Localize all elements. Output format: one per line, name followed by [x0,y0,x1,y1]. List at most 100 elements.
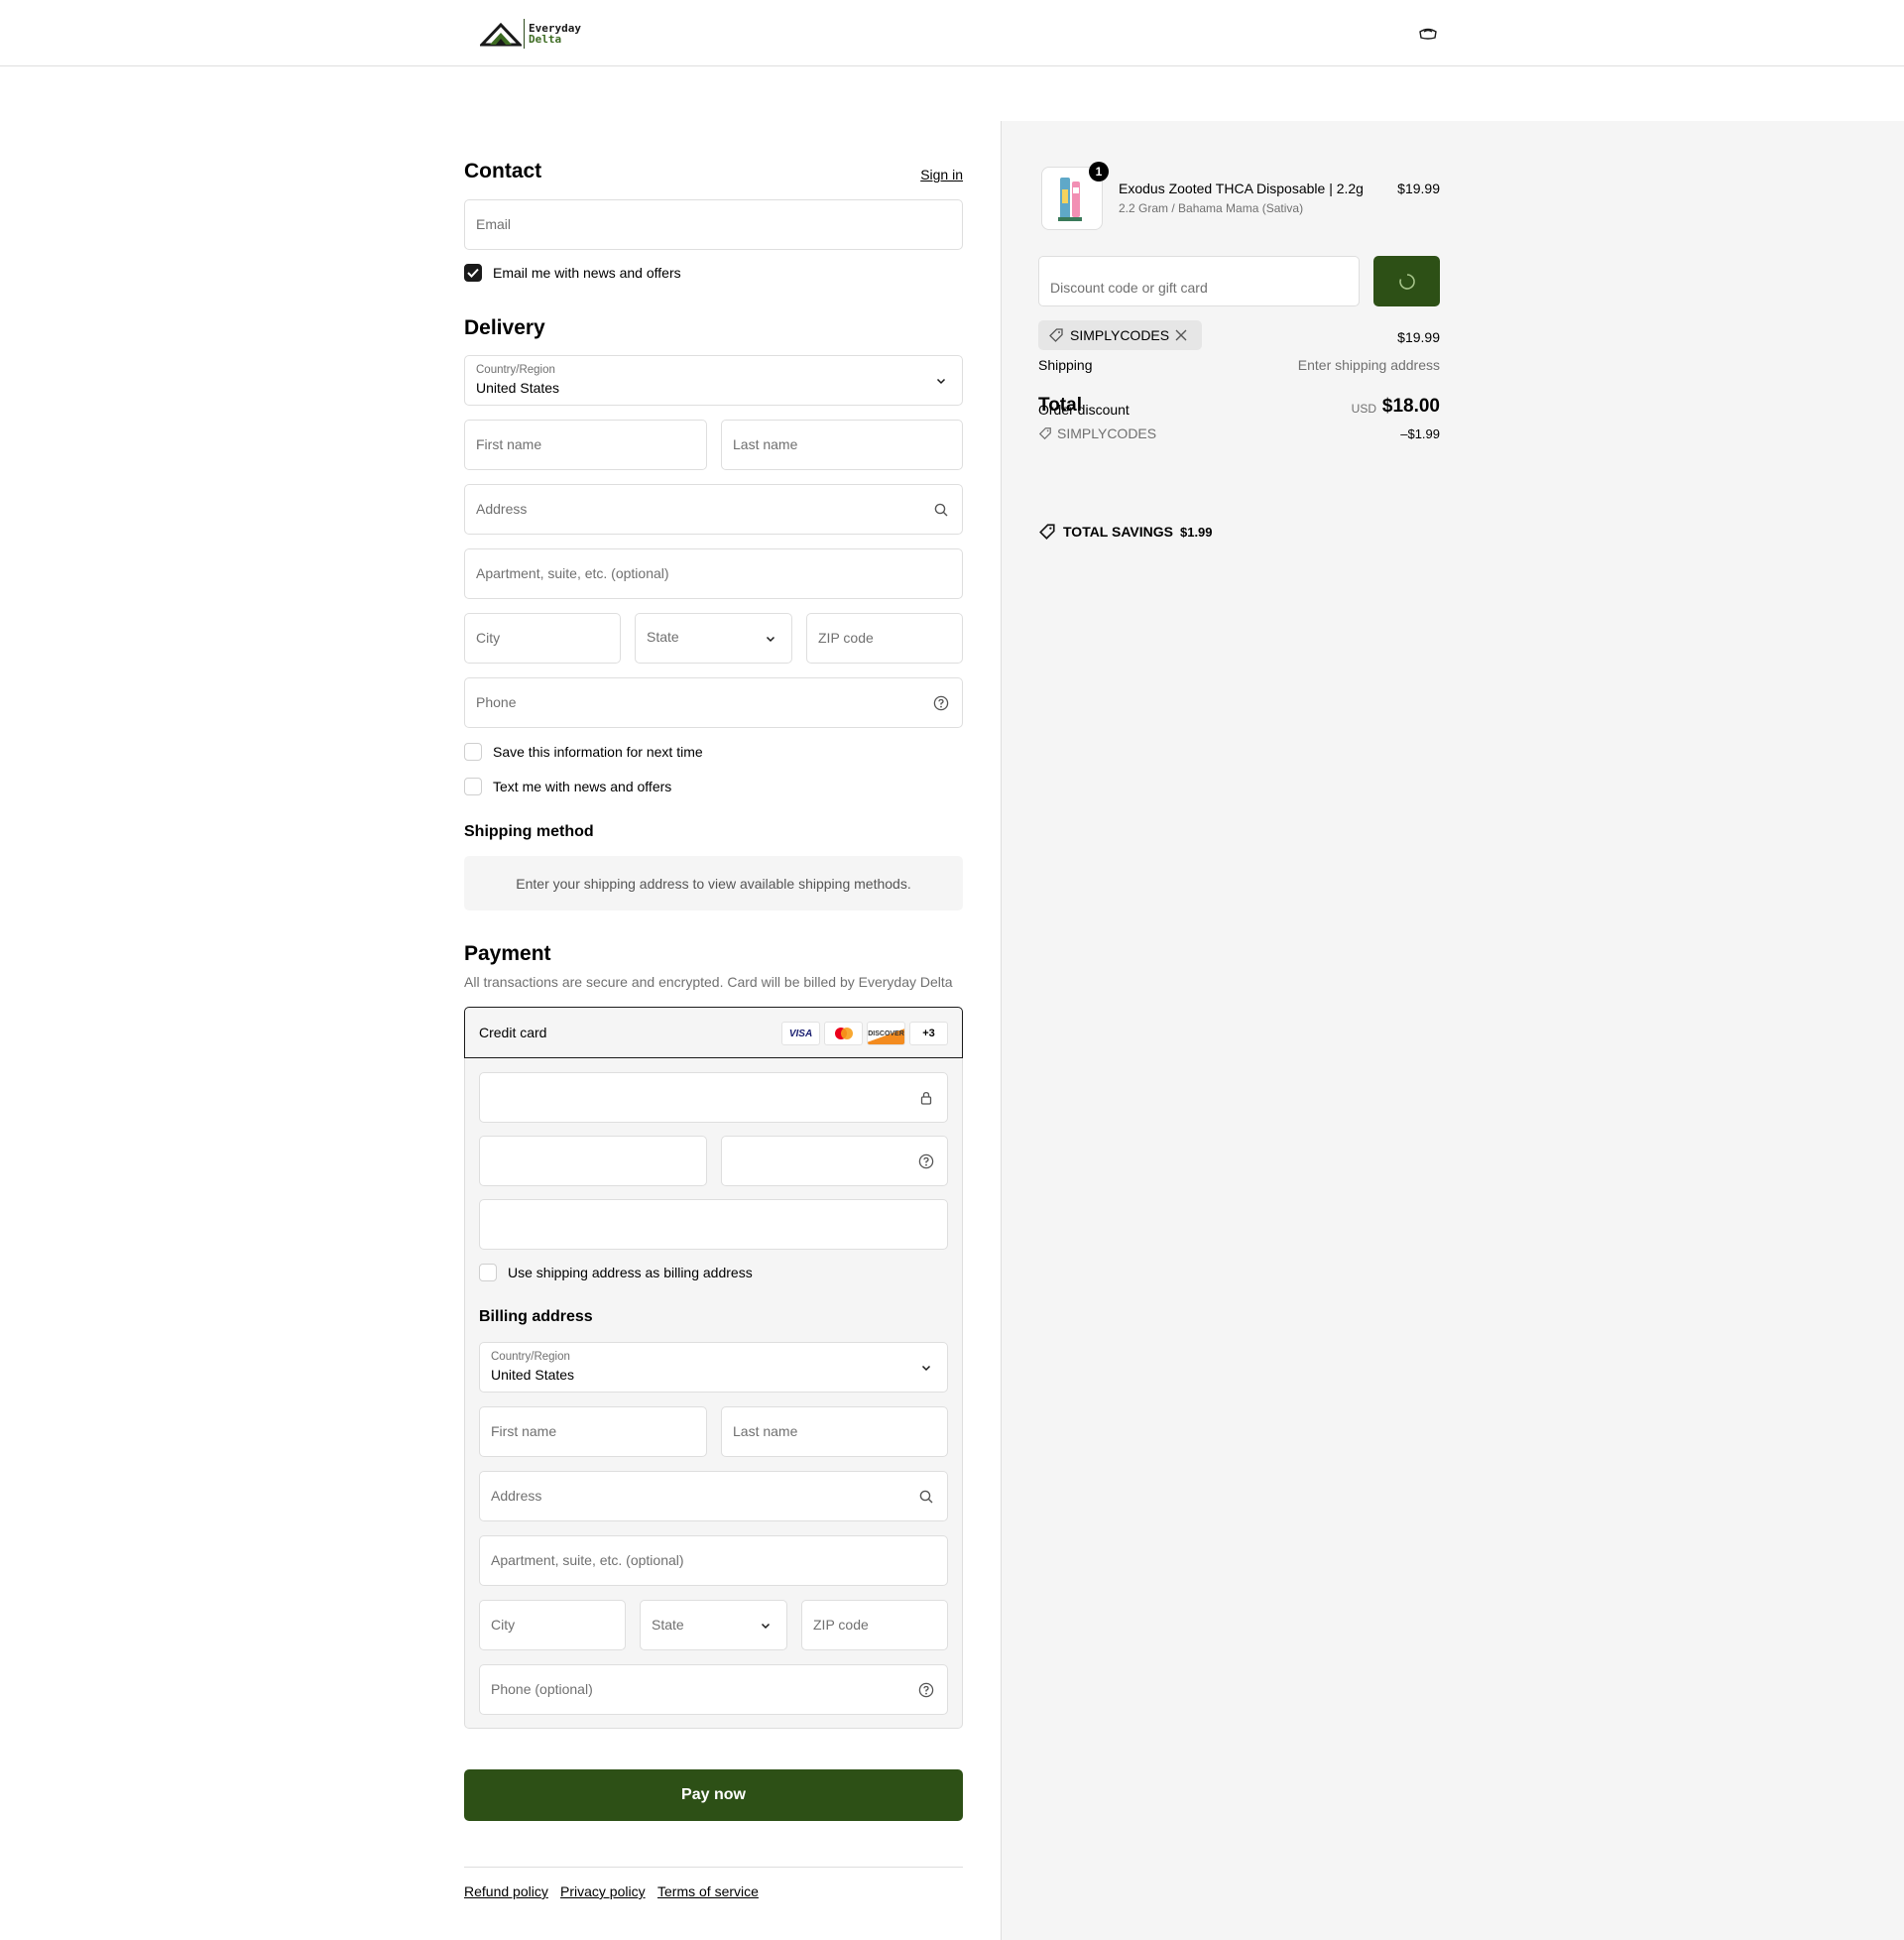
footer-divider [464,1867,963,1868]
visa-icon: VISA [781,1022,820,1045]
zip-field[interactable]: ZIP code [806,613,963,664]
checkbox-unchecked[interactable] [479,1264,497,1281]
shipping-value: Enter shipping address [1297,357,1440,373]
discount-value: –$1.99 [1400,426,1440,441]
checkbox-unchecked[interactable] [464,778,482,795]
email-field[interactable]: Email [464,199,963,250]
help-circle-icon[interactable] [933,695,949,711]
help-circle-icon[interactable] [918,1682,934,1698]
payment-subtitle: All transactions are secure and encrypte… [464,974,953,990]
state-placeholder: State [647,629,679,645]
chevron-down-icon [763,631,778,647]
pay-now-button[interactable]: Pay now [464,1769,963,1821]
billing-apartment-placeholder: Apartment, suite, etc. (optional) [491,1552,684,1568]
billing-country-select[interactable]: Country/Region United States [479,1342,948,1393]
city-placeholder: City [476,630,501,646]
refund-policy-link[interactable]: Refund policy [464,1883,548,1899]
billing-state-select[interactable]: State [640,1600,787,1650]
billing-apartment-field[interactable]: Apartment, suite, etc. (optional) [479,1535,948,1586]
last-name-field[interactable]: Last name [721,420,963,470]
more-cards-badge: +3 [909,1022,948,1045]
phone-placeholder: Phone [476,694,517,710]
text-me-label: Text me with news and offers [493,779,672,794]
lock-icon [918,1090,934,1106]
save-info-label: Save this information for next time [493,744,703,760]
shopping-bag-icon[interactable] [1418,25,1438,41]
tag-icon [1049,328,1063,342]
help-circle-icon[interactable] [918,1153,934,1169]
privacy-policy-link[interactable]: Privacy policy [560,1883,646,1899]
billing-country-label: Country/Region [491,1351,570,1363]
order-discount-label: Order discount [1038,402,1130,418]
email-placeholder: Email [476,216,512,232]
card-number-field[interactable] [479,1072,948,1123]
logo-divider [524,19,525,49]
billing-first-name-placeholder: First name [491,1423,557,1439]
billing-first-name-field[interactable]: First name [479,1406,707,1457]
first-name-field[interactable]: First name [464,420,707,470]
billing-address-heading: Billing address [479,1308,593,1325]
billing-address-field[interactable]: Address [479,1471,948,1521]
email-news-checkbox[interactable]: Email me with news and offers [464,264,681,282]
city-field[interactable]: City [464,613,621,664]
credit-card-label: Credit card [479,1025,547,1040]
checkbox-checked-icon[interactable] [464,264,482,282]
header: Everyday Delta [0,0,1904,66]
country-select[interactable]: Country/Region United States [464,355,963,406]
contact-heading: Contact [464,160,542,182]
store-logo[interactable]: Everyday Delta [480,18,581,50]
billing-phone-field[interactable]: Phone (optional) [479,1664,948,1715]
mountain-logo-icon [480,22,522,47]
credit-card-option[interactable]: Credit card VISA DISCOVER +3 [464,1007,963,1058]
tag-icon [1039,524,1055,540]
applied-code-label: SIMPLYCODES [1070,327,1170,343]
apartment-placeholder: Apartment, suite, etc. (optional) [476,565,669,581]
quantity-badge: 1 [1089,162,1109,182]
address-field[interactable]: Address [464,484,963,535]
apply-discount-button[interactable] [1373,256,1440,306]
state-select[interactable]: State [635,613,792,664]
terms-of-service-link[interactable]: Terms of service [657,1883,759,1899]
zip-placeholder: ZIP code [818,630,874,646]
name-on-card-field[interactable] [479,1199,948,1250]
product-price: $19.99 [1397,181,1440,196]
shipping-method-heading: Shipping method [464,823,594,840]
save-info-checkbox[interactable]: Save this information for next time [464,743,703,761]
address-placeholder: Address [476,501,528,517]
chevron-down-icon [758,1618,774,1634]
logo-line-2: Delta [529,33,562,46]
text-me-checkbox[interactable]: Text me with news and offers [464,778,671,795]
checkbox-unchecked[interactable] [464,743,482,761]
apartment-field[interactable]: Apartment, suite, etc. (optional) [464,548,963,599]
discount-code-field[interactable]: Discount code or gift card [1038,256,1360,306]
expiration-date-field[interactable] [479,1136,707,1186]
email-news-label: Email me with news and offers [493,265,681,281]
use-shipping-checkbox[interactable]: Use shipping address as billing address [479,1264,753,1281]
sign-in-link[interactable]: Sign in [920,167,963,182]
spinner-icon [1398,273,1415,290]
billing-state-placeholder: State [652,1617,684,1633]
security-code-field[interactable] [721,1136,948,1186]
applied-discount-tag: SIMPLYCODES [1038,320,1202,350]
delivery-heading: Delivery [464,316,545,339]
total-savings: TOTAL SAVINGS $1.99 [1038,523,1213,541]
billing-last-name-field[interactable]: Last name [721,1406,948,1457]
discover-icon: DISCOVER [867,1022,905,1045]
use-shipping-label: Use shipping address as billing address [508,1265,753,1280]
chevron-down-icon [918,1360,934,1376]
billing-city-placeholder: City [491,1617,516,1633]
country-label: Country/Region [476,364,555,376]
phone-field[interactable]: Phone [464,677,963,728]
billing-country-value: United States [491,1367,575,1383]
payment-heading: Payment [464,942,551,965]
search-icon [918,1489,934,1505]
total-value: $18.00 [1381,396,1440,417]
billing-zip-placeholder: ZIP code [813,1617,869,1633]
billing-city-field[interactable]: City [479,1600,626,1650]
remove-code-icon[interactable] [1174,328,1188,342]
billing-zip-field[interactable]: ZIP code [801,1600,948,1650]
subtotal-value: $19.99 [1397,329,1440,345]
search-icon [933,502,949,518]
discount-code-label: SIMPLYCODES [1057,425,1157,441]
credit-card-form: Use shipping address as billing address … [464,1058,963,1729]
